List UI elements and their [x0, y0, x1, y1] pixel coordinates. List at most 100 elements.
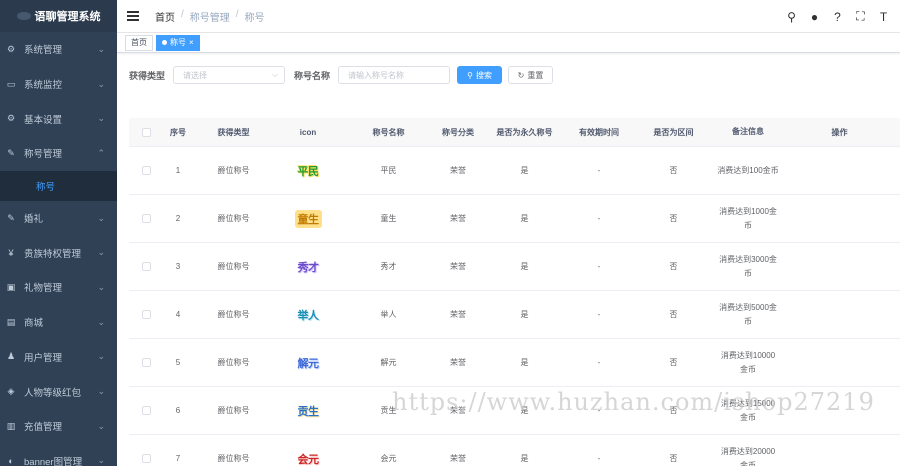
sidebar-item-9[interactable]: ♟ 用户管理 ⌄	[0, 340, 117, 375]
chevron-down-icon: ⌄	[97, 420, 105, 431]
yen-icon: ¥	[8, 247, 14, 258]
app-title: 语聊管理系统	[34, 11, 101, 23]
sidebar-subitem-title[interactable]: 称号	[0, 170, 117, 201]
row-checkbox[interactable]	[141, 310, 151, 319]
row-index: 3	[175, 262, 181, 271]
row-checkbox[interactable]	[141, 358, 151, 367]
breadcrumb: 首页 / 称号管理 / 称号	[155, 9, 265, 24]
row-remark: 消费达到10000金币	[720, 350, 776, 374]
row-name: 解元	[380, 358, 397, 367]
row-category: 荣誉	[450, 358, 466, 367]
search-icon: ⚲	[467, 70, 473, 80]
search-button-label: 搜索	[475, 70, 492, 80]
row-validity: -	[597, 166, 601, 175]
row-index: 4	[175, 310, 181, 319]
fullscreen-icon[interactable]: ⛶	[854, 9, 867, 24]
breadcrumb-title-management[interactable]: 称号管理	[190, 9, 230, 24]
row-type: 爵位称号	[217, 358, 250, 367]
row-checkbox[interactable]	[141, 262, 151, 271]
github-icon[interactable]: ●	[808, 10, 821, 24]
help-icon[interactable]: ?	[831, 10, 844, 24]
row-validity: -	[597, 310, 601, 319]
row-name: 贡生	[380, 406, 397, 415]
search-icon[interactable]: ⚲	[785, 10, 798, 24]
row-checkbox[interactable]	[141, 406, 151, 415]
select-all-checkbox[interactable]	[141, 127, 151, 137]
sidebar-item-11[interactable]: ▥ 充值管理 ⌄	[0, 409, 117, 444]
row-checkbox-cell	[129, 166, 163, 175]
sidebar-item-label: 礼物管理	[24, 283, 63, 295]
row-range: 否	[669, 406, 678, 415]
header-index: 序号	[170, 127, 186, 137]
sidebar-item-label: 称号	[36, 181, 56, 193]
chevron-up-icon: ⌃	[97, 147, 105, 158]
row-index: 2	[175, 214, 181, 223]
breadcrumb-separator: /	[235, 8, 239, 20]
sidebar-item-7[interactable]: ▣ 礼物管理 ⌄	[0, 270, 117, 305]
row-remark: 消费达到1000金币	[719, 206, 777, 230]
breadcrumb-current: 称号	[244, 12, 265, 24]
type-select[interactable]: 请选择 ⌵	[173, 66, 286, 84]
row-checkbox[interactable]	[141, 454, 151, 463]
search-form: 获得类型 请选择 ⌵ 称号名称 请输入称号名称 ⚲ 搜索 ↻ 重置	[129, 66, 554, 84]
sidebar-item-8[interactable]: ▤ 商城 ⌄	[0, 305, 117, 340]
sidebar-item-5[interactable]: ✎ 婚礼 ⌄	[0, 201, 117, 236]
row-checkbox-cell	[129, 358, 163, 367]
row-name: 童生	[380, 214, 397, 223]
row-range: 否	[669, 454, 678, 463]
row-icon: 贡生	[274, 402, 342, 420]
sidebar-menu: ⚙ 系统管理 ⌄ ▭ 系统监控 ⌄ ⚙ 基本设置 ⌄ ✎ 称号管理 ⌃ 称号 ✎ 婚礼 ⌄ ¥ 贵族特权管理 ⌄ ▣ 礼…	[0, 32, 117, 466]
sidebar-item-10[interactable]: ◈ 人物等级红包 ⌄	[0, 374, 117, 409]
row-checkbox[interactable]	[141, 166, 151, 175]
sidebar-item-label: 称号管理	[24, 149, 63, 161]
tag-title[interactable]: 称号 ×	[156, 34, 200, 51]
user-icon: ♟	[6, 351, 16, 362]
table-body: 1 爵位称号 平民 平民 荣誉是 - 否消费达到100金币 2 爵位称号 童生 童生 荣誉是 - 否消费达…	[129, 147, 900, 466]
sidebar-item-2[interactable]: ⚙ 基本设置 ⌄	[0, 101, 117, 136]
chevron-down-icon: ⌄	[97, 281, 105, 292]
row-category: 荣誉	[450, 406, 466, 415]
font-size-icon[interactable]: T	[877, 10, 890, 24]
sidebar-item-0[interactable]: ⚙ 系统管理 ⌄	[0, 32, 117, 67]
row-permanent: 是	[520, 166, 529, 175]
header-name: 称号名称	[372, 127, 405, 137]
chart-icon: ▥	[6, 420, 16, 431]
row-permanent: 是	[520, 310, 529, 319]
edit-icon: ✎	[7, 147, 15, 158]
sidebar-item-label: 充值管理	[24, 422, 63, 434]
row-range: 否	[669, 262, 678, 271]
name-input-placeholder: 请输入称号名称	[348, 70, 405, 80]
row-index: 7	[175, 454, 181, 463]
sidebar-item-3[interactable]: ✎ 称号管理 ⌃	[0, 136, 117, 171]
shop-icon: ▤	[6, 316, 16, 327]
table-row: 1 爵位称号 平民 平民 荣誉 是 - 否 消费达到100金币	[129, 147, 900, 195]
close-icon[interactable]: ×	[189, 36, 194, 50]
hamburger-icon[interactable]	[127, 11, 139, 21]
type-select-placeholder: 请选择	[183, 70, 208, 80]
row-validity: -	[597, 358, 601, 367]
gear-icon: ⚙	[6, 43, 16, 54]
row-name: 平民	[380, 166, 397, 175]
row-checkbox[interactable]	[141, 214, 151, 223]
row-permanent: 是	[520, 262, 529, 271]
header-remark: 备注信息	[732, 127, 764, 136]
row-type: 爵位称号	[217, 310, 250, 319]
chevron-down-icon: ⌄	[97, 113, 105, 124]
row-checkbox-cell	[129, 214, 163, 223]
sidebar-item-label: 婚礼	[24, 214, 44, 226]
reset-button[interactable]: ↻ 重置	[508, 66, 554, 84]
name-input[interactable]: 请输入称号名称	[338, 66, 451, 84]
sidebar-item-6[interactable]: ¥ 贵族特权管理 ⌄	[0, 235, 117, 270]
title-badge-icon: 解元	[297, 357, 320, 370]
search-button[interactable]: ⚲ 搜索	[457, 66, 503, 84]
tag-home[interactable]: 首页	[125, 34, 153, 51]
sidebar-item-12[interactable]: ◐ banner图管理 ⌄	[0, 444, 117, 466]
breadcrumb-separator: /	[181, 8, 184, 20]
table-row: 3 爵位称号 秀才 秀才 荣誉 是 - 否 消费达到3000金币	[129, 243, 900, 291]
sidebar-item-1[interactable]: ▭ 系统监控 ⌄	[0, 67, 117, 102]
breadcrumb-home[interactable]: 首页	[155, 9, 175, 24]
sidebar-item-label: 基本设置	[24, 114, 63, 126]
sidebar-item-label: 用户管理	[24, 352, 63, 364]
title-table: 序号 获得类型 icon 称号名称 称号分类 是否为永久称号 有效期时间 是否为…	[129, 118, 900, 466]
row-icon: 童生	[274, 209, 342, 228]
